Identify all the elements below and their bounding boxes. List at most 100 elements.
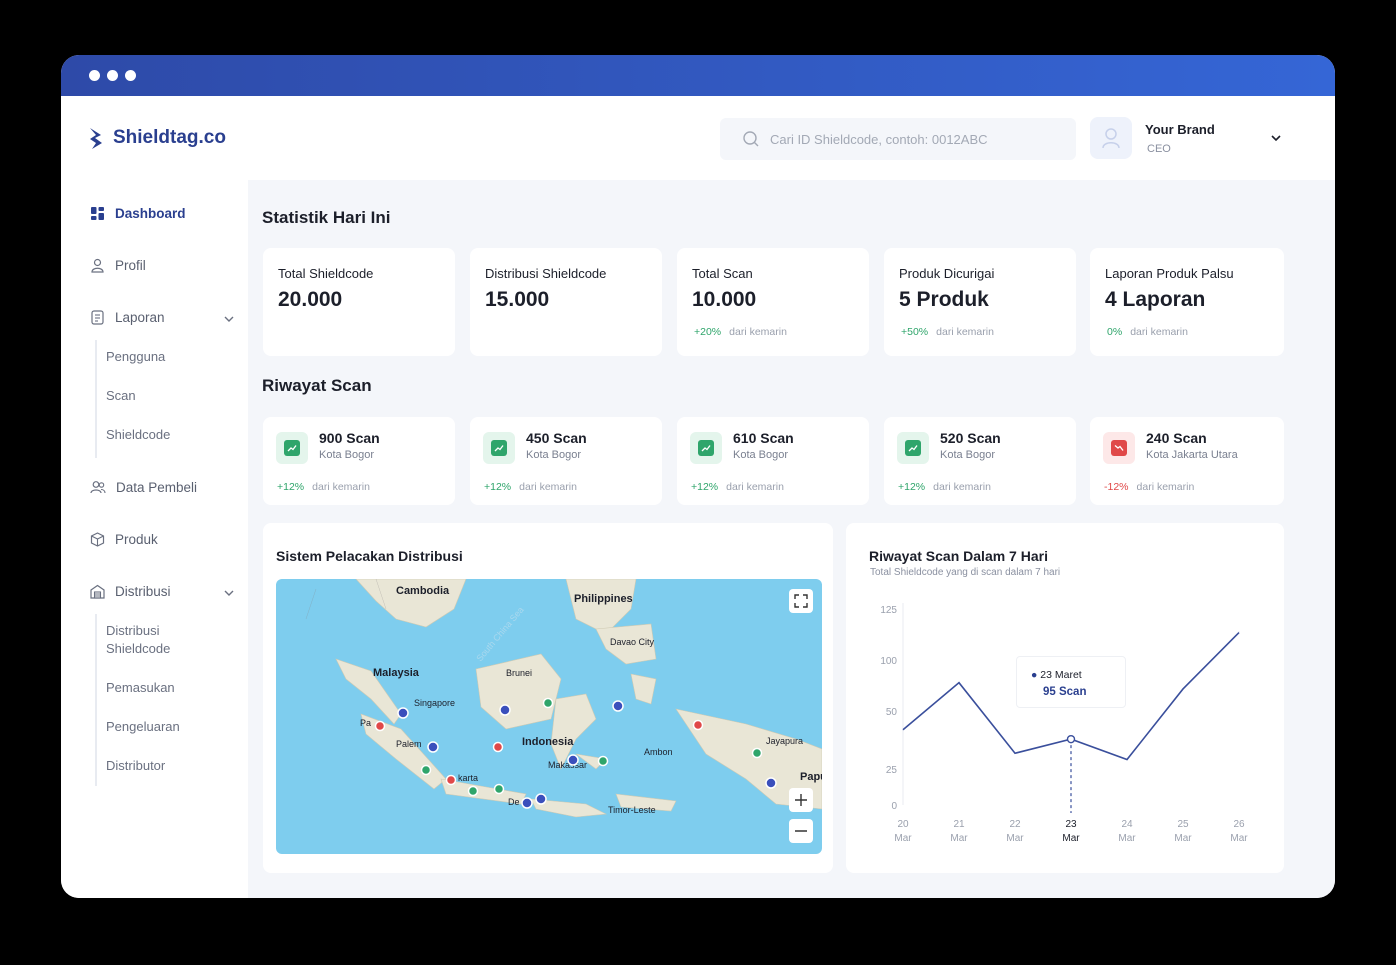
x-tick-label: Mar <box>894 833 912 844</box>
scan-foot: -12% dari kemarin <box>1104 481 1194 493</box>
chevron-down-icon[interactable] <box>222 586 236 600</box>
window-dot-icon[interactable] <box>125 70 136 81</box>
user-name[interactable]: Your Brand <box>1145 122 1215 137</box>
scan-card[interactable]: 240 Scan Kota Jakarta Utara -12% dari kem… <box>1090 417 1284 505</box>
sidebar-item-laporan[interactable]: Laporan <box>90 310 240 325</box>
map-markers <box>374 697 777 809</box>
window-dot-icon[interactable] <box>89 70 100 81</box>
distribution-map[interactable]: Cambodia Philippines Davao City Malaysia… <box>276 579 822 854</box>
scan-card[interactable]: 450 Scan Kota Bogor +12% dari kemarin <box>470 417 662 505</box>
y-tick-label: 25 <box>886 765 898 776</box>
stat-card[interactable]: Total Scan 10.000 +20% dari kemarin <box>677 248 869 356</box>
scan-count: 240 Scan <box>1146 430 1207 446</box>
search-icon <box>743 131 759 147</box>
sidebar-subitem-pengeluaran[interactable]: Pengeluaran <box>106 718 180 736</box>
change-value: +12% <box>277 481 305 493</box>
sidebar-item-distribusi[interactable]: Distribusi <box>90 584 240 599</box>
stat-foot: 0% dari kemarin <box>1107 326 1188 338</box>
scan-card[interactable]: 900 Scan Kota Bogor +12% dari kemarin <box>263 417 455 505</box>
x-tick-label: 21 <box>953 819 965 830</box>
x-tick-label: Mar <box>950 833 968 844</box>
main-content: Statistik Hari Ini Total Shieldcode 20.0… <box>248 180 1335 898</box>
x-tick-label: 20 <box>897 819 909 830</box>
window-dot-icon[interactable] <box>107 70 118 81</box>
change-caption: dari kemarin <box>1136 481 1195 493</box>
chart-panel: Riwayat Scan Dalam 7 Hari Total Shieldco… <box>846 523 1284 873</box>
x-tick-label: 25 <box>1177 819 1189 830</box>
sidebar-item-label: Produk <box>115 532 158 547</box>
chart-title: Riwayat Scan Dalam 7 Hari <box>869 548 1048 564</box>
x-tick-label: Mar <box>1230 833 1248 844</box>
scan-card[interactable]: 610 Scan Kota Bogor +12% dari kemarin <box>677 417 869 505</box>
scan-count: 450 Scan <box>526 430 587 446</box>
scan-foot: +12% dari kemarin <box>484 481 577 493</box>
change-caption: dari kemarin <box>1130 326 1188 338</box>
trend-up-icon <box>897 432 929 464</box>
x-tick-label: Mar <box>1174 833 1192 844</box>
stat-value: 20.000 <box>278 288 343 311</box>
stat-value: 4 Laporan <box>1105 288 1206 311</box>
sidebar-item-label: Dashboard <box>115 206 186 221</box>
tooltip-date-text: 23 Maret <box>1040 669 1082 681</box>
search-box[interactable] <box>720 118 1076 160</box>
app-window: Shieldtag.co Your Brand CEO <box>61 55 1335 898</box>
map-panel: Sistem Pelacakan Distribusi Cambodia Phi… <box>263 523 833 873</box>
change-caption: dari kemarin <box>726 481 784 493</box>
x-tick-label: Mar <box>1118 833 1136 844</box>
scan-card[interactable]: 520 Scan Kota Bogor +12% dari kemarin <box>884 417 1076 505</box>
scan-foot: +12% dari kemarin <box>898 481 991 493</box>
scan-foot: +12% dari kemarin <box>277 481 370 493</box>
scan-count: 520 Scan <box>940 430 1001 446</box>
chevron-down-icon[interactable] <box>222 312 236 326</box>
sidebar-subitem-scan[interactable]: Scan <box>106 387 136 405</box>
top-header: Shieldtag.co Your Brand CEO <box>61 96 1335 180</box>
stat-label: Total Scan <box>692 266 753 281</box>
window-titlebar <box>61 55 1335 96</box>
expand-icon <box>794 594 808 608</box>
change-value: +20% <box>694 326 722 338</box>
scan-history-title: Riwayat Scan <box>262 376 372 395</box>
sidebar-item-produk[interactable]: Produk <box>90 532 158 547</box>
zoom-in-button[interactable] <box>789 788 813 812</box>
sidebar-subitem-distributor[interactable]: Distributor <box>106 757 165 775</box>
chevron-down-icon[interactable] <box>1269 131 1283 145</box>
search-input[interactable] <box>770 131 1060 147</box>
stat-card[interactable]: Total Shieldcode 20.000 <box>263 248 455 356</box>
change-value: +12% <box>484 481 512 493</box>
trend-up-icon <box>276 432 308 464</box>
change-value: 0% <box>1107 326 1123 338</box>
stat-foot: +50% dari kemarin <box>901 326 994 338</box>
sidebar-subitem-pengguna[interactable]: Pengguna <box>106 348 165 366</box>
change-value: -12% <box>1104 481 1129 493</box>
box-icon <box>90 532 105 547</box>
minus-icon <box>795 830 807 832</box>
scan-city: Kota Bogor <box>526 449 582 461</box>
sidebar-subitem-shieldcode[interactable]: Shieldcode <box>106 426 170 444</box>
stat-card[interactable]: Laporan Produk Palsu 4 Laporan 0% dari ke… <box>1090 248 1284 356</box>
x-tick-label: 24 <box>1121 819 1133 830</box>
brand-logo[interactable]: Shieldtag.co <box>87 126 226 150</box>
zoom-out-button[interactable] <box>789 819 813 843</box>
fullscreen-button[interactable] <box>789 589 813 613</box>
warehouse-icon <box>90 584 105 599</box>
stat-label: Laporan Produk Palsu <box>1105 266 1234 281</box>
stat-card[interactable]: Produk Dicurigai 5 Produk +50% dari kemar… <box>884 248 1076 356</box>
sidebar-item-dashboard[interactable]: Dashboard <box>90 206 186 221</box>
scan-city: Kota Bogor <box>733 449 789 461</box>
x-tick-label: 22 <box>1009 819 1021 830</box>
avatar[interactable] <box>1090 117 1132 159</box>
sidebar: Dashboard Profil Laporan Pengguna Scan S… <box>61 180 248 898</box>
sidebar-subitem-pemasukan[interactable]: Pemasukan <box>106 679 175 697</box>
change-value: +50% <box>901 326 929 338</box>
tooltip-value: 95 Scan <box>1043 686 1087 698</box>
document-icon <box>91 310 104 325</box>
stat-card[interactable]: Distribusi Shieldcode 15.000 <box>470 248 662 356</box>
sidebar-item-profil[interactable]: Profil <box>90 258 146 273</box>
scan-count: 900 Scan <box>319 430 380 446</box>
change-caption: dari kemarin <box>519 481 577 493</box>
sidebar-subitem-distribusi-shieldcode[interactable]: Distribusi Shieldcode <box>106 622 196 658</box>
change-caption: dari kemarin <box>933 481 991 493</box>
change-caption: dari kemarin <box>936 326 994 338</box>
plus-icon <box>795 794 807 806</box>
sidebar-item-data-pembeli[interactable]: Data Pembeli <box>90 480 197 495</box>
